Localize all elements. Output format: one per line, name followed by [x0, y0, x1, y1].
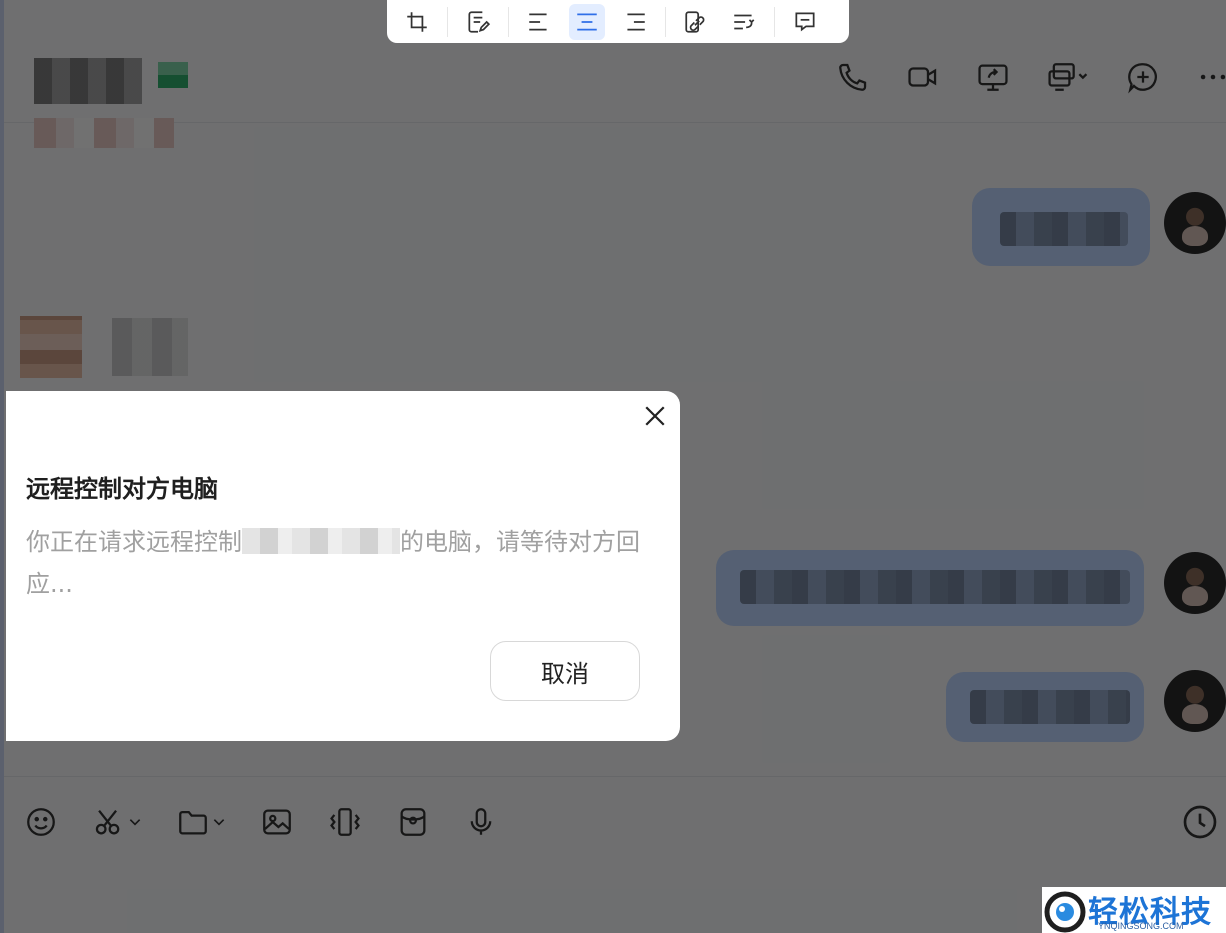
link-icon[interactable] [678, 4, 714, 40]
toolbar-separator [774, 6, 775, 37]
dialog-message: 你正在请求远程控制 的电脑，请等待对方回应... [26, 521, 646, 605]
toolbar-separator [508, 6, 509, 37]
crop-icon[interactable] [399, 4, 435, 40]
target-name-redacted [242, 528, 400, 554]
remote-control-dialog: 远程控制对方电脑 你正在请求远程控制 的电脑，请等待对方回应... 取消 [6, 391, 680, 741]
toolbar-separator [447, 6, 448, 37]
wrap-text-icon[interactable] [726, 4, 762, 40]
align-left-icon[interactable] [521, 4, 557, 40]
edit-text-icon[interactable] [460, 4, 496, 40]
align-center-icon[interactable] [569, 3, 605, 40]
align-right-icon[interactable] [617, 4, 653, 40]
dialog-title: 远程控制对方电脑 [26, 475, 218, 503]
comment-icon[interactable] [787, 4, 823, 40]
watermark-logo-icon [1044, 891, 1086, 933]
cancel-button[interactable]: 取消 [490, 641, 640, 701]
dialog-message-prefix: 你正在请求远程控制 [26, 528, 242, 556]
format-toolbar [387, 0, 849, 43]
close-icon[interactable] [640, 401, 670, 431]
toolbar-separator [665, 6, 666, 37]
watermark-subtitle: YNQINGSONG.COM [1098, 921, 1184, 931]
site-watermark: 轻松科技 YNQINGSONG.COM [1042, 887, 1226, 933]
